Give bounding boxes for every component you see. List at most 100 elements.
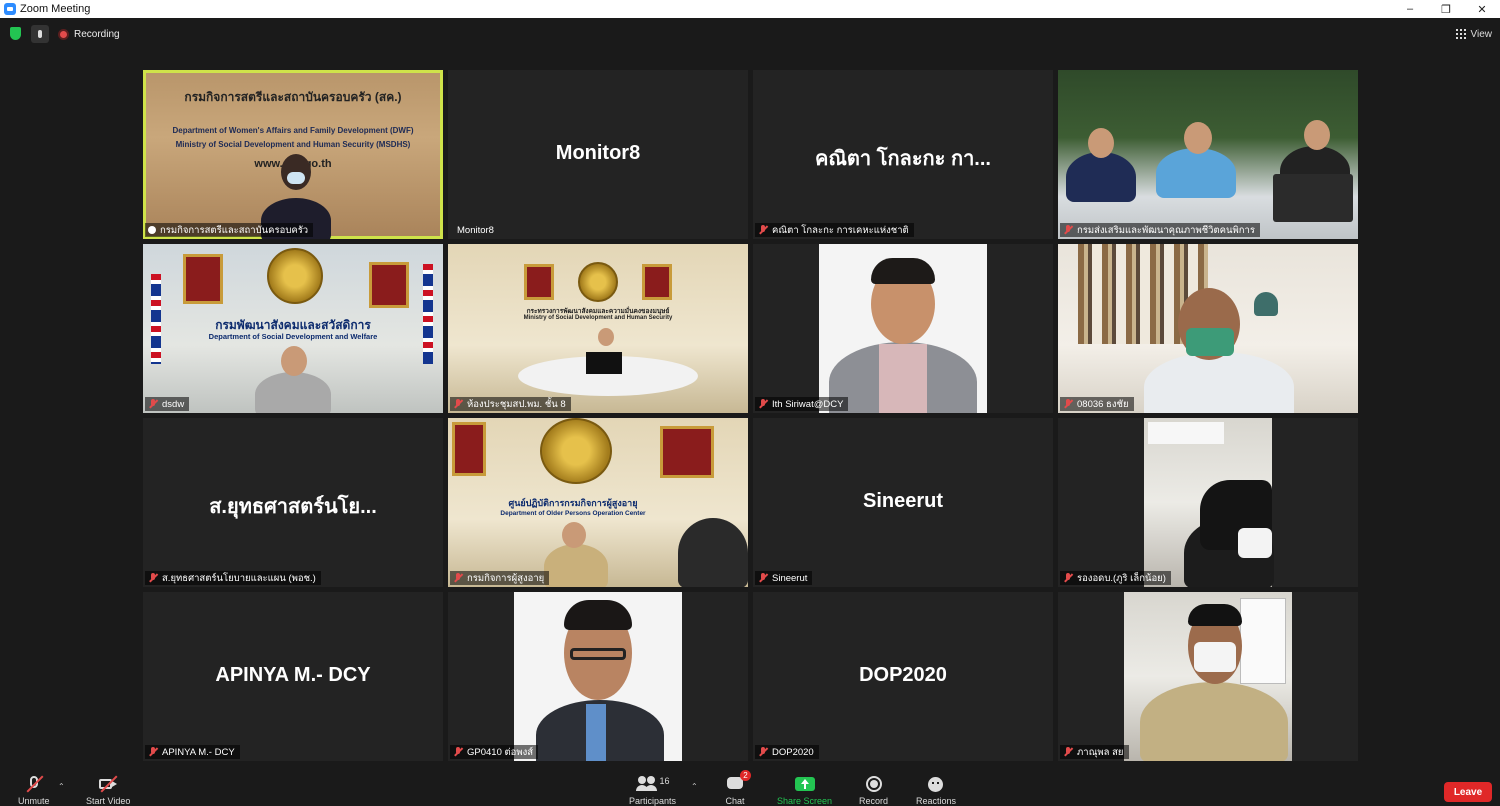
participants-button[interactable]: 16 Participants <box>629 776 676 806</box>
start-video-button[interactable]: Start Video <box>86 775 130 806</box>
participant-display-name: APINYA M.- DCY <box>215 664 371 686</box>
tile-name-label: รองอดบ.(ภูริ เล็กน้อย) <box>1060 571 1171 585</box>
chat-icon: 2 <box>725 770 751 792</box>
whiteboard <box>1240 598 1286 684</box>
video-tile-4[interactable]: กรมส่งเสริมและพัฒนาคุณภาพชีวิตคนพิการ <box>1058 70 1358 239</box>
muted-mic-icon <box>1063 747 1073 757</box>
participant-display-name: DOP2020 <box>859 664 947 686</box>
recording-indicator[interactable]: Recording <box>58 26 120 42</box>
participant-figure <box>678 518 748 587</box>
wall-text-line-2: Department of Women's Affairs and Family… <box>172 126 414 135</box>
video-tile-10[interactable]: ศูนย์ปฏิบัติการกรมกิจการผู้สูงอายุ Depar… <box>448 418 748 587</box>
video-frame <box>514 592 682 761</box>
chat-button[interactable]: 2 Chat <box>725 770 751 806</box>
reactions-button[interactable]: Reactions <box>916 776 956 806</box>
portrait-frame <box>660 426 714 478</box>
participant-figure <box>1144 352 1294 413</box>
video-tile-15[interactable]: DOP2020 DOP2020 <box>753 592 1053 761</box>
tile-name-label: 08036 ธงชัย <box>1060 397 1134 411</box>
participants-caret-icon[interactable]: ⌃ <box>691 782 698 791</box>
restore-button[interactable]: ❐ <box>1428 0 1464 18</box>
participant-head <box>1088 128 1114 158</box>
muted-mic-icon <box>148 399 158 409</box>
tile-name-label: ส.ยุทธศาสตร์นโยบายและแผน (พอช.) <box>145 571 321 585</box>
hair <box>564 600 632 630</box>
hair <box>1188 604 1242 626</box>
face-mask <box>1194 642 1236 672</box>
tile-name-label: Ith Siriwat@DCY <box>755 397 849 411</box>
video-tile-6[interactable]: กระทรวงการพัฒนาสังคมและความมั่นคงของมนุษ… <box>448 244 748 413</box>
participant-figure <box>544 544 608 587</box>
muted-mic-icon <box>148 573 158 583</box>
shirt <box>879 344 927 413</box>
participant-display-name: ส.ยุทธศาสตร์นโย... <box>209 496 377 518</box>
record-button[interactable]: Record <box>859 776 888 806</box>
tile-name-label: APINYA M.- DCY <box>145 745 240 759</box>
audio-status-icon[interactable] <box>31 25 49 43</box>
face-mask <box>1238 528 1272 558</box>
video-tile-14[interactable]: GP0410 ต่อพงส์ <box>448 592 748 761</box>
reactions-label: Reactions <box>916 796 957 806</box>
laptop <box>1273 174 1353 222</box>
muted-mic-icon <box>758 747 768 757</box>
wall-text-line-2: Department of Older Persons Operation Ce… <box>500 510 646 517</box>
tile-name-label: GP0410 ต่อพงส์ <box>450 745 539 759</box>
minimize-button[interactable]: – <box>1392 0 1428 18</box>
participant-head <box>598 328 614 346</box>
security-shield-icon[interactable] <box>10 27 21 40</box>
participant-figure <box>255 372 331 413</box>
chat-label: Chat <box>725 796 745 806</box>
grid-view-icon <box>1455 29 1466 39</box>
monitor <box>586 352 622 374</box>
participant-figure <box>1156 148 1236 198</box>
video-off-icon <box>98 775 118 793</box>
audio-options-caret-icon[interactable]: ⌃ <box>58 782 65 791</box>
video-tile-8[interactable]: 08036 ธงชัย <box>1058 244 1358 413</box>
share-screen-icon <box>794 776 815 792</box>
video-tile-1[interactable]: กรมกิจการสตรีและสถาบันครอบครัว (สค.) Dep… <box>143 70 443 239</box>
share-screen-button[interactable]: Share Screen <box>777 776 832 806</box>
window-titlebar: Zoom Meeting – ❐ ✕ <box>0 0 1500 18</box>
wall-text-line-2: Ministry of Social Development and Human… <box>523 315 673 321</box>
tile-name-label: Sineerut <box>755 571 813 585</box>
emblem <box>267 248 323 304</box>
video-tile-13[interactable]: APINYA M.- DCY APINYA M.- DCY <box>143 592 443 761</box>
video-tile-7[interactable]: Ith Siriwat@DCY <box>753 244 1053 413</box>
participant-head <box>562 522 586 548</box>
face-mask <box>1186 328 1234 356</box>
wall-text-line-2: Department of Social Development and Wel… <box>208 332 378 341</box>
participant-figure <box>1066 152 1136 202</box>
participants-label: Participants <box>629 796 677 806</box>
view-label: View <box>1470 28 1493 40</box>
close-button[interactable]: ✕ <box>1464 0 1500 18</box>
video-tile-5[interactable]: กรมพัฒนาสังคมและสวัสดิการ Department of … <box>143 244 443 413</box>
window-title: Zoom Meeting <box>20 3 91 15</box>
wall-text-line-3: Ministry of Social Development and Human… <box>175 140 411 149</box>
video-tile-12[interactable]: รองอดบ.(ภูริ เล็กน้อย) <box>1058 418 1358 587</box>
chat-unread-badge: 2 <box>740 770 751 781</box>
tile-name-label: DOP2020 <box>755 745 819 759</box>
video-frame <box>819 244 987 413</box>
view-button[interactable]: View <box>1455 25 1493 43</box>
tile-name-label: กรมกิจการผู้สูงอายุ <box>450 571 550 585</box>
participants-icon: 16 <box>635 776 670 792</box>
shirt <box>586 704 606 761</box>
participant-count: 16 <box>659 776 670 786</box>
muted-mic-icon <box>148 747 158 757</box>
video-tile-2[interactable]: Monitor8 Monitor8 <box>448 70 748 239</box>
muted-mic-icon <box>1063 399 1073 409</box>
leave-button[interactable]: Leave <box>1444 782 1492 802</box>
tile-name-label: Monitor8 <box>457 224 494 236</box>
video-tile-16[interactable]: ภาณุพล สย <box>1058 592 1358 761</box>
video-tile-9[interactable]: ส.ยุทธศาสตร์นโย... ส.ยุทธศาสตร์นโยบายและ… <box>143 418 443 587</box>
participant-head <box>1304 120 1330 150</box>
video-tile-11[interactable]: Sineerut Sineerut <box>753 418 1053 587</box>
video-tile-3[interactable]: คณิตา โกละกะ กา... คณิตา โกละกะ การเคหะแ… <box>753 70 1053 239</box>
unmute-button[interactable]: Unmute <box>18 775 50 806</box>
zoom-app-icon <box>4 3 16 15</box>
portrait-frame <box>524 264 554 300</box>
record-icon <box>864 776 884 792</box>
video-frame <box>1144 418 1274 587</box>
tile-name-label: ห้องประชุมสป.พม. ชั้น 8 <box>450 397 571 411</box>
portrait-frame <box>452 422 486 476</box>
